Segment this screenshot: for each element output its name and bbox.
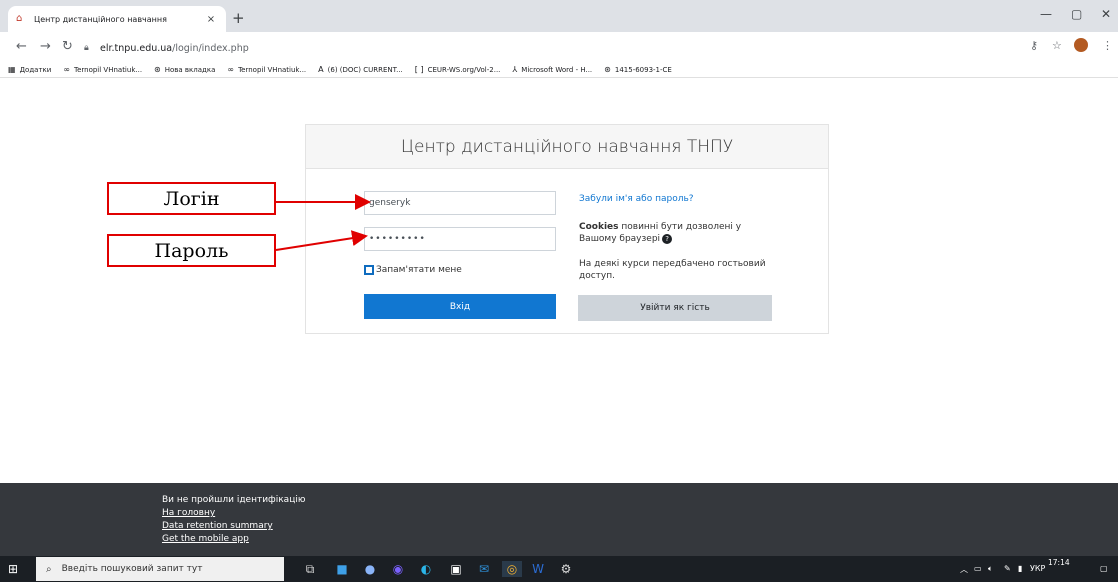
language-indicator[interactable]: УКР bbox=[1030, 564, 1045, 573]
app-icon[interactable]: ● bbox=[362, 561, 378, 577]
data-retention-link[interactable]: Data retention summary bbox=[162, 521, 273, 531]
word-icon[interactable]: W bbox=[530, 561, 546, 577]
store-icon[interactable]: ▣ bbox=[448, 561, 464, 577]
volume-icon[interactable]: 🔈︎ bbox=[988, 564, 993, 574]
mail-icon[interactable]: ✉ bbox=[476, 561, 492, 577]
home-link[interactable]: На головну bbox=[162, 508, 215, 518]
page-footer: Ви не пройшли ідентифікацію На головну D… bbox=[0, 483, 1118, 556]
task-view-icon[interactable]: ⧉ bbox=[302, 561, 318, 577]
arrow-to-password bbox=[275, 230, 368, 251]
windows-start-icon[interactable]: ⊞ bbox=[8, 562, 18, 576]
chrome-icon[interactable]: ◎ bbox=[502, 561, 522, 577]
notifications-icon[interactable]: ▢ bbox=[1100, 564, 1108, 573]
tray-chevron-icon[interactable]: ︿ bbox=[960, 564, 968, 575]
network-icon[interactable]: ▭ bbox=[974, 564, 982, 573]
not-logged-in-text: Ви не пройшли ідентифікацію bbox=[162, 495, 306, 505]
edge-icon[interactable]: ◐ bbox=[418, 561, 434, 577]
search-icon: ⌕ bbox=[46, 563, 52, 575]
windows-taskbar: ⊞ ⌕ Введіть пошуковий запит тут ⧉ ■ ● ◉ … bbox=[0, 556, 1118, 582]
taskbar-clock[interactable]: 17:14 bbox=[1048, 558, 1070, 568]
file-explorer-icon[interactable]: ■ bbox=[334, 561, 350, 577]
pen-icon[interactable]: ✎ bbox=[1004, 564, 1011, 573]
taskbar-search-placeholder: Введіть пошуковий запит тут bbox=[61, 564, 203, 574]
clock-time: 17:14 bbox=[1048, 558, 1070, 567]
taskbar-search[interactable]: ⌕ Введіть пошуковий запит тут bbox=[36, 557, 284, 581]
screen: ⌂ Центр дистанційного навчання × + — ▢ ✕… bbox=[0, 0, 1118, 582]
microphone-icon[interactable]: ▮ bbox=[1018, 564, 1022, 573]
app-icon[interactable]: ◉ bbox=[390, 561, 406, 577]
settings-gear-icon[interactable]: ⚙ bbox=[558, 561, 574, 577]
mobile-app-link[interactable]: Get the mobile app bbox=[162, 534, 249, 544]
